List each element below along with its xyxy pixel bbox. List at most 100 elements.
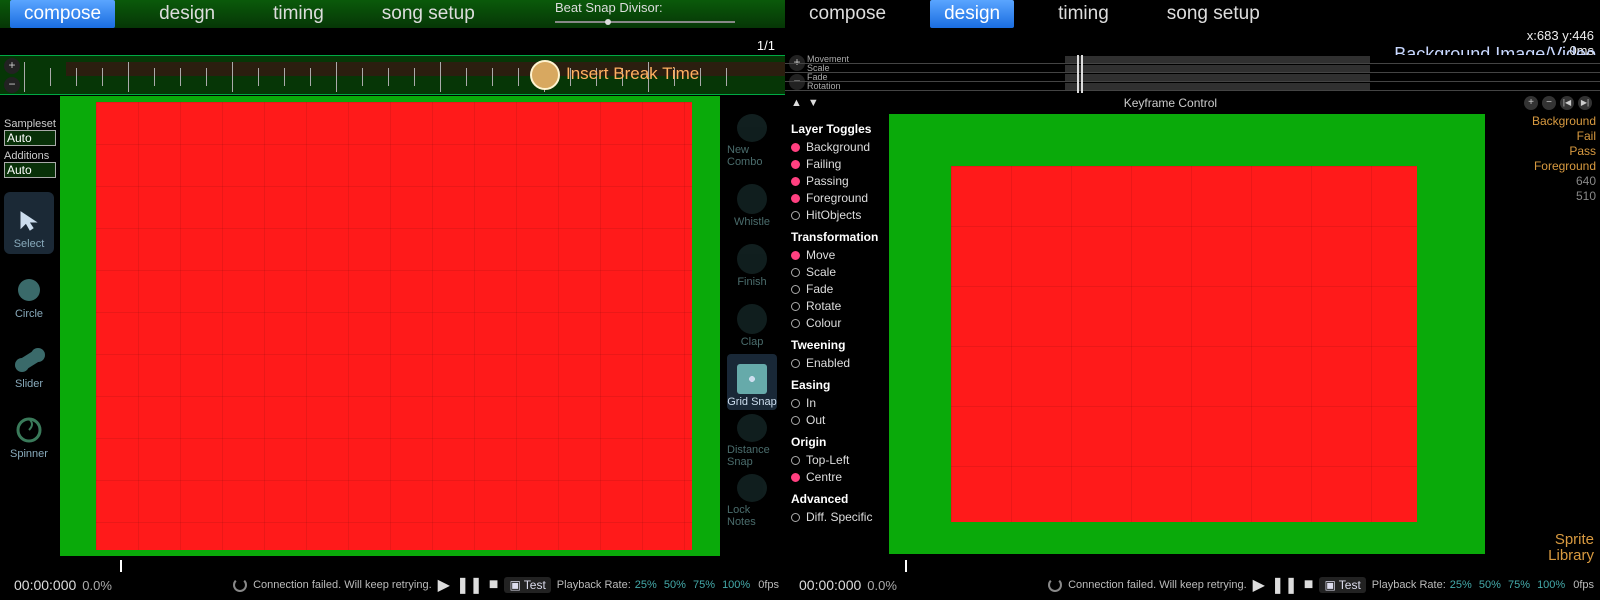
grid-snap-button[interactable]: Grid Snap: [727, 354, 777, 410]
insert-break-button[interactable]: Insert Break Time: [566, 64, 699, 84]
tab-design[interactable]: design: [145, 0, 229, 28]
opt-failing[interactable]: Failing: [791, 157, 885, 171]
play-button[interactable]: ▶: [438, 575, 450, 595]
kf-remove-button[interactable]: −: [1542, 96, 1556, 110]
opt-enabled[interactable]: Enabled: [791, 356, 885, 370]
beat-snap-slider[interactable]: [555, 21, 735, 23]
rate-100[interactable]: 100%: [1537, 579, 1565, 591]
lock-notes-button[interactable]: Lock Notes: [727, 474, 777, 530]
compose-canvas[interactable]: [60, 96, 720, 556]
sampleset-select[interactable]: Auto: [4, 130, 56, 146]
up-triangle-icon[interactable]: ▲: [791, 97, 802, 109]
transformation-header: Transformation: [791, 230, 885, 244]
opt-topleft[interactable]: Top-Left: [791, 453, 885, 467]
compose-timeline[interactable]: + − Insert Break Time: [0, 55, 785, 95]
test-button[interactable]: ▣Test: [504, 577, 550, 593]
rate-75[interactable]: 75%: [1508, 579, 1530, 591]
opt-centre[interactable]: Centre: [791, 470, 885, 484]
tab-compose[interactable]: compose: [10, 0, 115, 28]
sampleset-panel: Sampleset Auto Additions Auto: [4, 118, 56, 182]
test-button[interactable]: ▣Test: [1319, 577, 1365, 593]
kf-prev-button[interactable]: |◀: [1560, 96, 1574, 110]
keyframe-label: Keyframe Control: [819, 96, 1522, 110]
opt-fade[interactable]: Fade: [791, 282, 885, 296]
rate-100[interactable]: 100%: [722, 579, 750, 591]
opt-scale[interactable]: Scale: [791, 265, 885, 279]
tab-songsetup[interactable]: song setup: [368, 0, 489, 28]
play-button[interactable]: ▶: [1253, 575, 1265, 595]
select-icon: [13, 204, 45, 236]
radio-icon: [791, 359, 800, 368]
playhead-circle[interactable]: [530, 60, 560, 90]
sprite-library-button[interactable]: SpriteLibrary: [1548, 532, 1594, 564]
opt-colour[interactable]: Colour: [791, 316, 885, 330]
progress-percent: 0.0%: [867, 578, 897, 593]
opt-background[interactable]: Background: [791, 140, 885, 154]
rate-25[interactable]: 25%: [635, 579, 657, 591]
opt-rotate[interactable]: Rotate: [791, 299, 885, 313]
opt-move[interactable]: Move: [791, 248, 885, 262]
seek-track[interactable]: [120, 564, 785, 568]
down-triangle-icon[interactable]: ▼: [808, 97, 819, 109]
rate-25[interactable]: 25%: [1450, 579, 1472, 591]
rate-50[interactable]: 50%: [1479, 579, 1501, 591]
rate-options: 25% 50% 75% 100%: [633, 579, 752, 591]
design-track-timeline[interactable]: + − Movement Scale Fade Rotation: [785, 55, 1600, 93]
layer-background[interactable]: Background: [1486, 114, 1596, 129]
radio-icon: [791, 211, 800, 220]
pause-button[interactable]: ❚❚: [456, 575, 483, 595]
timecode: 00:00:000: [14, 577, 76, 593]
seek-track[interactable]: [905, 564, 1600, 568]
finish-button[interactable]: Finish: [727, 234, 777, 290]
design-canvas[interactable]: [889, 114, 1485, 554]
opt-in[interactable]: In: [791, 396, 885, 410]
circle-icon: [13, 274, 45, 306]
compose-playfield[interactable]: [96, 102, 692, 550]
zoom-out-button[interactable]: −: [4, 77, 20, 93]
opt-diffspecific[interactable]: Diff. Specific: [791, 510, 885, 524]
compose-pane: compose design timing song setup Beat Sn…: [0, 0, 785, 600]
design-playfield[interactable]: [951, 166, 1417, 522]
opt-passing[interactable]: Passing: [791, 174, 885, 188]
stop-button[interactable]: ■: [489, 576, 499, 594]
whistle-button[interactable]: Whistle: [727, 174, 777, 230]
stop-button[interactable]: ■: [1304, 576, 1314, 594]
layer-pass[interactable]: Pass: [1486, 144, 1596, 159]
connection-status: Connection failed. Will keep retrying.: [253, 579, 432, 591]
opt-foreground[interactable]: Foreground: [791, 191, 885, 205]
rate-50[interactable]: 50%: [664, 579, 686, 591]
tab-design[interactable]: design: [930, 0, 1014, 28]
layer-510[interactable]: 510: [1486, 189, 1596, 204]
clap-button[interactable]: Clap: [727, 294, 777, 350]
rate-options: 25% 50% 75% 100%: [1448, 579, 1567, 591]
tool-spinner[interactable]: Spinner: [4, 402, 54, 464]
kf-add-button[interactable]: +: [1524, 96, 1538, 110]
kf-next-button[interactable]: ▶|: [1578, 96, 1592, 110]
tool-select[interactable]: Select: [4, 192, 54, 254]
radio-icon: [791, 160, 800, 169]
layer-foreground[interactable]: Foreground: [1486, 159, 1596, 174]
tool-circle[interactable]: Circle: [4, 262, 54, 324]
layer-fail[interactable]: Fail: [1486, 129, 1596, 144]
new-combo-button[interactable]: New Combo: [727, 114, 777, 170]
tool-slider[interactable]: Slider: [4, 332, 54, 394]
tab-compose[interactable]: compose: [795, 0, 900, 28]
distance-snap-button[interactable]: Distance Snap: [727, 414, 777, 470]
radio-icon: [791, 513, 800, 522]
opt-out[interactable]: Out: [791, 413, 885, 427]
layer-toggles-header: Layer Toggles: [791, 122, 885, 136]
pause-button[interactable]: ❚❚: [1271, 575, 1298, 595]
rate-75[interactable]: 75%: [693, 579, 715, 591]
additions-select[interactable]: Auto: [4, 162, 56, 178]
tab-songsetup[interactable]: song setup: [1153, 0, 1274, 28]
tab-timing[interactable]: timing: [1044, 0, 1123, 28]
radio-icon: [791, 302, 800, 311]
radio-icon: [791, 285, 800, 294]
opt-hitobjects[interactable]: HitObjects: [791, 208, 885, 222]
tab-timing[interactable]: timing: [259, 0, 338, 28]
beat-snap-label: Beat Snap Divisor:: [555, 0, 663, 15]
zoom-in-button[interactable]: +: [4, 58, 20, 74]
compose-tool-palette: Select Circle Slider Spinner: [4, 192, 58, 472]
cursor-coords: x:683 y:446: [1509, 28, 1594, 43]
layer-640[interactable]: 640: [1486, 174, 1596, 189]
